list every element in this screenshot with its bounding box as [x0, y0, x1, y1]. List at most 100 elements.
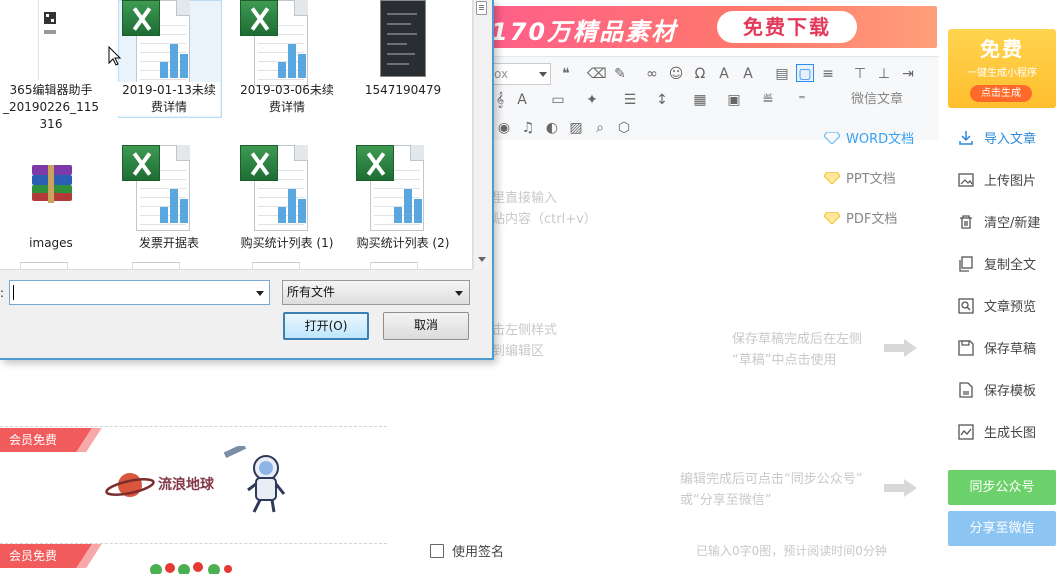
- doc-type-ppt[interactable]: PPT文档: [824, 168, 896, 188]
- material-title: 流浪地球: [158, 477, 214, 493]
- import-article-label: 导入文章: [984, 132, 1037, 147]
- table-icon[interactable]: ▣: [725, 91, 743, 109]
- save-template-button[interactable]: 保存模板: [958, 380, 1036, 402]
- doc-type-pdf-label: PDF文档: [846, 212, 898, 227]
- material-divider: [0, 426, 387, 427]
- list-icon[interactable]: ▦: [691, 91, 709, 109]
- file-item[interactable]: 365编辑器助手 _20190226_115 316: [0, 0, 102, 140]
- indent-icon[interactable]: ≡: [819, 65, 837, 83]
- scroll-thumb[interactable]: [476, 1, 487, 15]
- font-select[interactable]: ox: [491, 63, 551, 85]
- doc-type-word[interactable]: WORD文档: [824, 128, 914, 148]
- layout-icon[interactable]: ▢: [796, 64, 814, 82]
- long-image-button[interactable]: 生成长图: [958, 422, 1036, 444]
- diamond-icon: [824, 212, 840, 224]
- file-name: 购买统计列表 (1): [240, 236, 334, 250]
- file-item-partial: [252, 262, 300, 269]
- sync-wechat-button[interactable]: 同步公众号: [948, 470, 1056, 505]
- banner-text: 170万精品素材: [491, 18, 678, 46]
- file-item[interactable]: 2019-01-13未续 费详情: [118, 0, 220, 118]
- file-item-partial: [132, 262, 180, 269]
- underline-icon[interactable]: ≝: [759, 91, 777, 109]
- mini-ad-title: 免费: [980, 37, 1024, 61]
- font-increase-icon[interactable]: A: [715, 65, 733, 83]
- quote-icon[interactable]: ❝: [557, 65, 575, 83]
- arrow-right-icon: [884, 479, 918, 497]
- border-icon[interactable]: ▭: [549, 91, 567, 109]
- chevron-down-icon[interactable]: [256, 291, 264, 296]
- video-icon[interactable]: ◉: [495, 119, 513, 137]
- eraser-icon[interactable]: ⌫: [587, 65, 607, 83]
- decoration-icon: [150, 562, 232, 574]
- file-name-line: _20190226_115: [3, 100, 99, 114]
- line-indent-icon[interactable]: ☰: [621, 91, 639, 109]
- line-height-icon[interactable]: ↕: [653, 91, 671, 109]
- paragraph-icon[interactable]: ⁼: [793, 91, 811, 109]
- file-name-line: 2019-03-06未续: [240, 83, 334, 97]
- promo-banner[interactable]: 170万精品素材 免费下载: [487, 6, 937, 48]
- file-item[interactable]: 1547190479: [352, 0, 454, 100]
- format-painter-icon[interactable]: ✎: [611, 65, 629, 83]
- draft-hint-line1: 保存草稿完成后在左侧: [732, 332, 863, 347]
- upload-image-label: 上传图片: [984, 174, 1037, 189]
- import-article-button[interactable]: 导入文章: [958, 128, 1036, 150]
- file-item[interactable]: 发票开据表: [118, 140, 220, 258]
- edit-icon: [430, 544, 444, 558]
- magic-icon[interactable]: ✦: [583, 91, 601, 109]
- copy-all-button[interactable]: 复制全文: [958, 254, 1036, 276]
- diamond-icon: [824, 172, 840, 184]
- cancel-button[interactable]: 取消: [383, 312, 469, 340]
- file-list-scrollbar[interactable]: [473, 0, 489, 270]
- banner-download-button[interactable]: 免费下载: [717, 11, 857, 43]
- mini-program-ad[interactable]: 免费 一键生成小程序 点击生成: [948, 29, 1056, 108]
- scroll-down-icon[interactable]: [478, 257, 486, 262]
- arrow-icon[interactable]: ⇥: [899, 65, 917, 83]
- filename-input[interactable]: [9, 280, 270, 305]
- use-signature-toggle[interactable]: 使用签名: [430, 541, 504, 560]
- doc-type-wechat[interactable]: 微信文章: [851, 88, 903, 108]
- palette-icon[interactable]: ◐: [543, 119, 561, 137]
- special-char-icon[interactable]: Ω: [691, 65, 709, 83]
- file-item[interactable]: 购买统计列表 (2): [352, 140, 454, 258]
- file-name: 1547190479: [364, 83, 442, 97]
- music-icon[interactable]: ♫: [519, 119, 537, 137]
- file-name: images: [29, 236, 73, 250]
- style-hint-line2: 到编辑区: [492, 344, 545, 359]
- search-replace-icon[interactable]: ⌕: [591, 119, 609, 137]
- image-file-icon: [38, 0, 64, 80]
- emoji-icon[interactable]: ☺: [667, 65, 685, 83]
- mini-ad-generate-button[interactable]: 点击生成: [970, 85, 1032, 102]
- align-icon[interactable]: ⊤: [851, 65, 869, 83]
- font-select-value: ox: [494, 67, 509, 81]
- font-decrease-icon[interactable]: A: [739, 65, 757, 83]
- diamond-icon: [824, 132, 840, 144]
- template-icon: [959, 382, 973, 398]
- astronaut-icon: [223, 446, 286, 513]
- word-count-status: 已输入0字0图，预计阅读时间0分钟: [696, 544, 887, 558]
- chart-image-icon: [958, 424, 974, 440]
- clear-new-button[interactable]: 清空/新建: [958, 212, 1040, 234]
- sync-hint: 编辑完成后可点击“同步公众号” 或“分享至微信”: [680, 469, 862, 511]
- import-icon: [959, 131, 973, 145]
- paste-icon[interactable]: ▤: [773, 65, 791, 83]
- file-name-line: 2019-01-13未续: [122, 83, 216, 97]
- share-wechat-button[interactable]: 分享至微信: [948, 511, 1056, 546]
- copy-all-label: 复制全文: [984, 258, 1037, 273]
- upload-image-button[interactable]: 上传图片: [958, 170, 1036, 192]
- doc-type-pdf[interactable]: PDF文档: [824, 208, 897, 228]
- spacing-icon[interactable]: ⊥: [875, 65, 893, 83]
- font-color-icon[interactable]: A: [513, 91, 531, 109]
- preview-label: 文章预览: [984, 300, 1037, 315]
- file-item[interactable]: 购买统计列表 (1): [236, 140, 338, 258]
- link-icon[interactable]: ∞: [643, 65, 661, 83]
- preview-button[interactable]: 文章预览: [958, 296, 1036, 318]
- html-icon[interactable]: ⬡: [615, 119, 633, 137]
- style-hint-line1: 击左侧样式: [492, 323, 558, 338]
- save-draft-button[interactable]: 保存草稿: [958, 338, 1036, 360]
- file-item[interactable]: 2019-03-06未续 费详情: [236, 0, 338, 118]
- open-button[interactable]: 打开(O): [283, 312, 369, 340]
- clear-new-label: 清空/新建: [984, 216, 1041, 231]
- material-divider: [0, 543, 387, 544]
- image-icon[interactable]: ▨: [567, 119, 585, 137]
- file-type-select[interactable]: 所有文件: [282, 280, 470, 305]
